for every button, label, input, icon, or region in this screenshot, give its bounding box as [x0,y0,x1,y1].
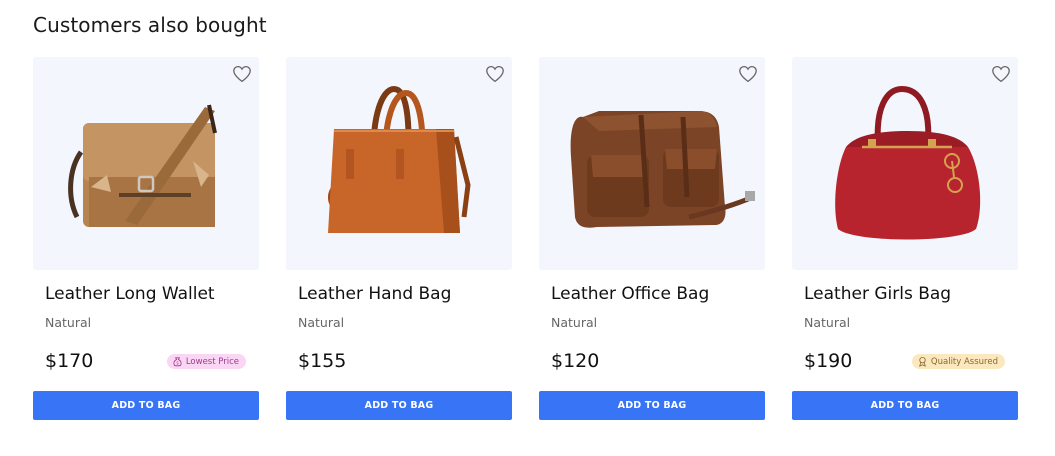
heart-icon[interactable] [738,65,758,83]
product-card[interactable]: Leather Hand Bag Natural $155 ADD TO BAG [286,57,512,420]
product-variant: Natural [551,315,598,330]
product-card[interactable]: Leather Office Bag Natural $120 ADD TO B… [539,57,765,420]
product-price: $190 [804,350,853,372]
add-to-bag-button[interactable]: ADD TO BAG [539,391,765,420]
red-handbag-image [835,85,981,240]
product-card[interactable]: Leather Long Wallet Natural $170 $ Lowes… [33,57,259,420]
product-price: $120 [551,350,600,372]
product-name[interactable]: Leather Hand Bag [298,284,512,304]
badge-label: Quality Assured [930,356,998,367]
brown-office-bag-image [570,111,755,228]
badge-label: Lowest Price [185,356,239,367]
award-icon [919,356,926,367]
orange-tote-bag-image [328,85,471,233]
add-to-bag-button[interactable]: ADD TO BAG [286,391,512,420]
product-list: Leather Long Wallet Natural $170 $ Lowes… [33,57,1018,420]
product-image[interactable] [286,57,512,270]
product-image[interactable] [792,57,1018,270]
add-to-bag-button[interactable]: ADD TO BAG [33,391,259,420]
product-variant: Natural [45,315,92,330]
section-title: Customers also bought [33,13,267,37]
tan-messenger-bag-image [68,104,217,227]
quality-assured-badge: Quality Assured [911,354,1005,369]
product-image[interactable] [539,57,765,270]
product-image[interactable] [33,57,259,270]
product-name[interactable]: Leather Office Bag [551,284,765,304]
product-price: $170 [45,350,94,372]
product-name[interactable]: Leather Long Wallet [45,284,259,304]
product-variant: Natural [804,315,851,330]
heart-icon[interactable] [991,65,1011,83]
product-name[interactable]: Leather Girls Bag [804,284,1018,304]
heart-icon[interactable] [485,65,505,83]
heart-icon[interactable] [232,65,252,83]
svg-text:$: $ [176,360,179,365]
lowest-price-badge: $ Lowest Price [166,354,246,369]
money-bag-icon: $ [173,357,182,367]
product-price: $155 [298,350,347,372]
add-to-bag-button[interactable]: ADD TO BAG [792,391,1018,420]
product-card[interactable]: Leather Girls Bag Natural $190 Quality A… [792,57,1018,420]
product-variant: Natural [298,315,345,330]
